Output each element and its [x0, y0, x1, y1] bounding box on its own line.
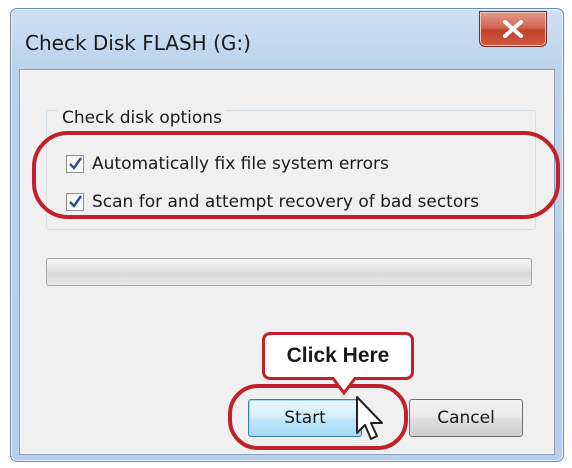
click-here-callout: Click Here	[262, 332, 414, 380]
check-disk-dialog: Check Disk FLASH (G:) Check disk options…	[10, 8, 564, 462]
cancel-button[interactable]: Cancel	[409, 399, 523, 437]
start-button[interactable]: Start	[248, 399, 362, 437]
checkmark-icon	[69, 195, 82, 208]
window-title: Check Disk FLASH (G:)	[25, 31, 251, 55]
scan-sectors-checkbox[interactable]	[66, 193, 84, 211]
callout-pointer	[330, 377, 358, 395]
scan-sectors-label: Scan for and attempt recovery of bad sec…	[92, 192, 480, 212]
close-icon	[503, 20, 523, 38]
options-group-label: Check disk options	[58, 108, 226, 128]
progress-bar	[46, 258, 532, 286]
scan-sectors-option[interactable]: Scan for and attempt recovery of bad sec…	[66, 190, 479, 214]
dialog-body: Check disk options Automatically fix fil…	[19, 69, 555, 455]
fix-errors-label: Automatically fix file system errors	[92, 154, 389, 174]
close-button[interactable]	[479, 11, 547, 47]
fix-errors-option[interactable]: Automatically fix file system errors	[66, 152, 389, 176]
fix-errors-checkbox[interactable]	[66, 155, 84, 173]
title-bar[interactable]: Check Disk FLASH (G:)	[11, 9, 563, 69]
checkmark-icon	[69, 157, 82, 170]
mouse-pointer-icon	[356, 396, 383, 440]
